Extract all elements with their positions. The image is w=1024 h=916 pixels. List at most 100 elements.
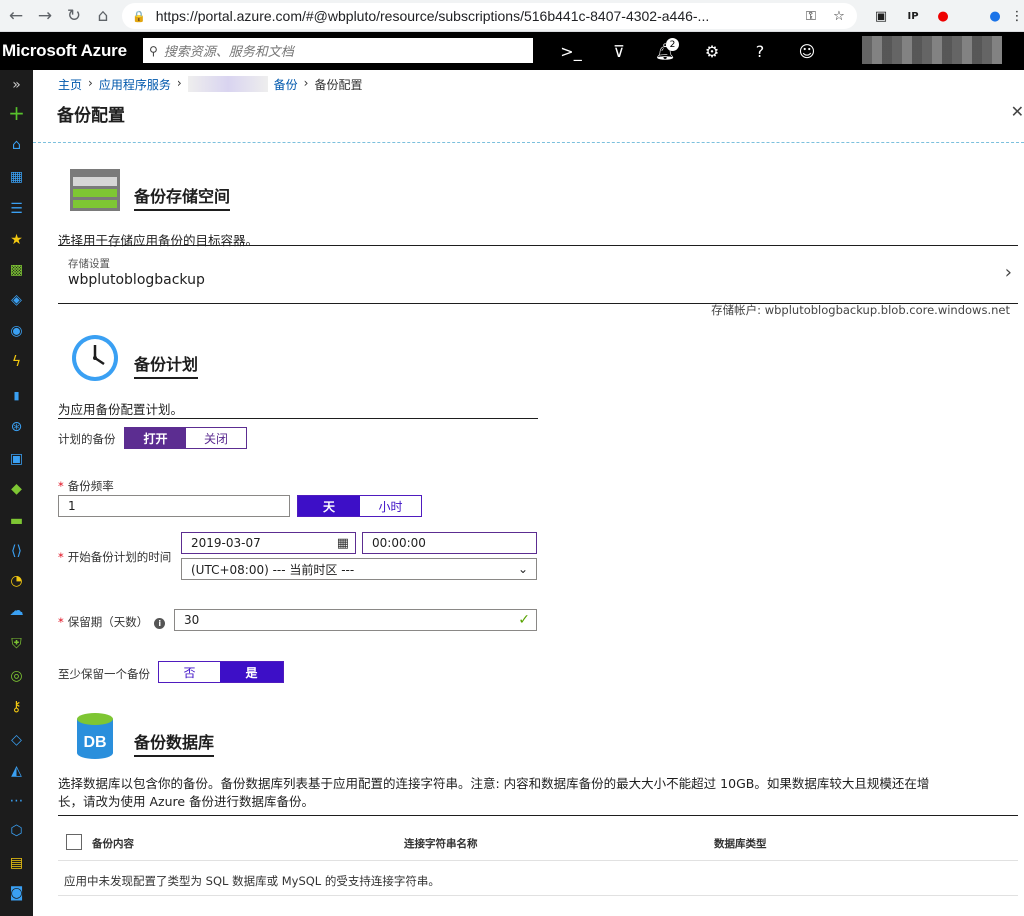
- sql-server-icon[interactable]: ◙: [0, 878, 33, 908]
- dashboard-icon[interactable]: ▦: [0, 162, 33, 192]
- breadcrumb: 主页 › 应用程序服务 › 备份 › 备份配置: [58, 76, 363, 93]
- key-vault-icon[interactable]: ⚷: [0, 692, 33, 722]
- start-time-input[interactable]: 00:00:00: [362, 532, 537, 554]
- all-services-icon[interactable]: ☰: [0, 194, 33, 224]
- advisor-icon[interactable]: ☁: [0, 596, 33, 626]
- frequency-input[interactable]: 1: [58, 495, 290, 517]
- logic-apps-icon[interactable]: ⬡: [0, 816, 33, 846]
- frequency-label: * 备份频率: [58, 478, 114, 494]
- database-table-header: 备份内容 连接字符串名称 数据库类型: [58, 815, 1018, 861]
- app-services-icon[interactable]: ◉: [0, 316, 33, 346]
- scheduled-on-option[interactable]: 打开: [125, 428, 186, 448]
- storage-settings-row[interactable]: 存储设置 wbplutoblogbackup ›: [58, 246, 1018, 304]
- directory-filter-icon[interactable]: ⊽: [606, 38, 632, 64]
- breadcrumb-backups[interactable]: 备份: [274, 76, 298, 93]
- frequency-label-text: 备份频率: [67, 479, 114, 493]
- timezone-value: (UTC+08:00) --- 当前时区 ---: [191, 562, 355, 577]
- feedback-smiley-icon[interactable]: ☺: [794, 38, 820, 64]
- azure-ad-icon[interactable]: ◭: [0, 756, 33, 786]
- settings-gear-icon[interactable]: ⚙: [699, 38, 725, 64]
- database-table-empty-message: 应用中未发现配置了类型为 SQL 数据库或 MySQL 的受支持连接字符串。: [58, 862, 1018, 896]
- select-all-checkbox[interactable]: [66, 834, 82, 850]
- start-date-input[interactable]: 2019-03-07 ▦: [181, 532, 356, 554]
- breadcrumb-home[interactable]: 主页: [58, 76, 82, 93]
- opera-extension-icon[interactable]: ●: [932, 5, 954, 27]
- home-nav-icon[interactable]: ⌂: [0, 130, 33, 160]
- timezone-select[interactable]: (UTC+08:00) --- 当前时区 --- ⌄: [181, 558, 537, 580]
- cloud-shell-icon[interactable]: >_: [558, 38, 584, 64]
- azure-brand[interactable]: Microsoft Azure: [0, 41, 140, 61]
- info-icon[interactable]: i: [154, 618, 166, 629]
- breadcrumb-separator: ›: [303, 76, 309, 90]
- expand-menu-icon[interactable]: »: [0, 70, 33, 100]
- keep-no-option[interactable]: 否: [159, 662, 220, 682]
- address-bar[interactable]: 🔒 https://portal.azure.com/#@wbpluto/res…: [122, 3, 857, 29]
- load-balancer-icon[interactable]: ◆: [0, 474, 33, 504]
- chevron-right-icon: ›: [1004, 262, 1012, 283]
- unit-hour-option[interactable]: 小时: [360, 496, 421, 516]
- storage-setting-label: 存储设置: [68, 258, 110, 270]
- search-icon: ⚲: [149, 43, 158, 58]
- menu-icon[interactable]: ⋮: [1006, 5, 1024, 27]
- help-icon[interactable]: ?: [747, 38, 773, 64]
- col-backup-content[interactable]: 备份内容: [92, 836, 134, 851]
- retention-label: * 保留期（天数） i: [58, 614, 166, 630]
- storage-setting-value: wbplutoblogbackup: [68, 272, 205, 288]
- scheduled-backup-toggle: 打开 关闭: [124, 427, 247, 449]
- devops-icon[interactable]: ◇: [0, 725, 33, 755]
- notifications-icon[interactable]: 🔔︎ 2: [652, 38, 679, 64]
- ip-extension-icon[interactable]: IP: [902, 5, 924, 27]
- breadcrumb-app-services[interactable]: 应用程序服务: [99, 76, 171, 93]
- bookmark-star-icon[interactable]: ☆: [828, 5, 850, 27]
- account-avatar[interactable]: [862, 36, 1002, 64]
- col-database-type[interactable]: 数据库类型: [714, 836, 767, 851]
- keep-yes-option[interactable]: 是: [220, 662, 283, 682]
- create-resource-icon[interactable]: +: [0, 98, 33, 128]
- col-connection-string[interactable]: 连接字符串名称: [404, 836, 478, 851]
- breadcrumb-separator: ›: [88, 76, 93, 90]
- extension-icon[interactable]: ▣: [870, 5, 892, 27]
- schedule-description: 为应用备份配置计划。: [58, 402, 184, 417]
- required-marker: *: [58, 550, 64, 564]
- address-url: https://portal.azure.com/#@wbpluto/resou…: [155, 8, 710, 24]
- browser-toolbar: ← → ↻ ⌂ 🔒 https://portal.azure.com/#@wbp…: [0, 0, 1024, 32]
- cost-management-icon[interactable]: ◎: [0, 661, 33, 691]
- chevron-down-icon: ⌄: [517, 562, 528, 576]
- unit-day-option[interactable]: 天: [298, 496, 360, 516]
- storage-accounts-icon[interactable]: ▬: [0, 506, 33, 536]
- cosmos-db-icon[interactable]: ⊛: [0, 412, 33, 442]
- database-icon: DB: [77, 713, 113, 759]
- database-icon-label: DB: [83, 734, 106, 751]
- resource-groups-icon[interactable]: ◈: [0, 285, 33, 315]
- keep-one-backup-toggle: 否 是: [158, 661, 284, 683]
- function-app-icon[interactable]: ϟ: [0, 347, 33, 377]
- page-title: 备份配置: [57, 106, 125, 126]
- reload-icon[interactable]: ↻: [61, 3, 87, 29]
- database-description: 选择数据库以包含你的备份。备份数据库列表基于应用配置的连接字符串。注意: 内容和…: [58, 775, 1018, 811]
- all-resources-icon[interactable]: ▩: [0, 255, 33, 285]
- profile-icon[interactable]: ●: [984, 5, 1006, 27]
- log-analytics-icon[interactable]: ▤: [0, 848, 33, 878]
- azure-topbar: Microsoft Azure ⚲ 搜索资源、服务和文档 >_ ⊽ 🔔︎ 2 ⚙…: [0, 32, 1024, 70]
- close-icon[interactable]: ✕: [1011, 102, 1024, 121]
- frequency-unit-toggle: 天 小时: [297, 495, 422, 517]
- network-watcher-icon[interactable]: ⋯: [0, 786, 33, 816]
- virtual-machines-icon[interactable]: ▣: [0, 444, 33, 474]
- retention-input[interactable]: 30 ✓: [174, 609, 537, 631]
- calendar-icon[interactable]: ▦: [337, 536, 349, 551]
- home-icon[interactable]: ⌂: [90, 3, 116, 29]
- storage-container-icon: [70, 169, 120, 211]
- favorites-star-icon[interactable]: ★: [0, 225, 33, 255]
- key-icon[interactable]: ⚿: [800, 5, 822, 27]
- sql-database-icon[interactable]: ▮: [0, 380, 33, 410]
- breadcrumb-app-name-redacted[interactable]: [187, 76, 268, 92]
- scheduled-off-option[interactable]: 关闭: [186, 428, 246, 448]
- monitor-icon[interactable]: ◔: [0, 566, 33, 596]
- forward-icon[interactable]: →: [32, 3, 58, 29]
- security-center-icon[interactable]: ⛨: [0, 629, 33, 659]
- schedule-divider: [58, 418, 538, 419]
- virtual-network-icon[interactable]: ⟨⟩: [0, 536, 33, 566]
- global-search-input[interactable]: ⚲ 搜索资源、服务和文档: [143, 38, 533, 63]
- back-icon[interactable]: ←: [3, 3, 29, 29]
- lock-icon: 🔒: [132, 10, 146, 23]
